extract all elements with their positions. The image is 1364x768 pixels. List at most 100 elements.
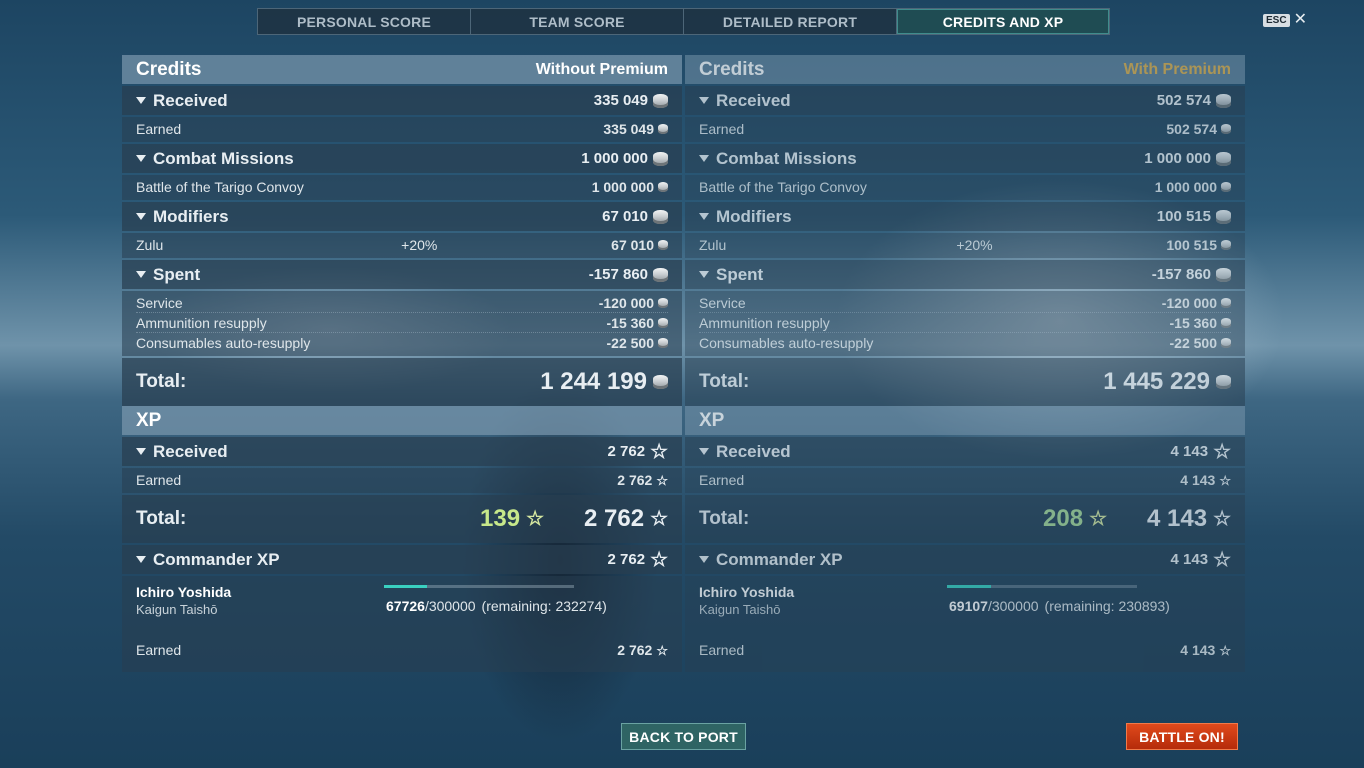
- modifiers-label: Modifiers: [716, 206, 792, 226]
- row-label: Zulu: [699, 237, 727, 253]
- list-item: Earned 2 762 ☆: [136, 640, 668, 660]
- xp-received-group-header[interactable]: Received 4 143 ☆: [685, 437, 1245, 466]
- total-label: Total:: [136, 371, 187, 392]
- premium-mode-label: With Premium: [1123, 60, 1231, 78]
- back-to-port-button[interactable]: BACK TO PORT: [621, 723, 746, 750]
- modifier-percent: +20%: [956, 237, 993, 253]
- row-label: Ammunition resupply: [136, 314, 267, 331]
- spent-rows: Service -120 000 Ammunition resupply -15…: [685, 291, 1245, 356]
- spent-group-header[interactable]: Spent -157 860: [122, 260, 682, 289]
- row-value: -22 500: [606, 335, 654, 351]
- tab-team-score[interactable]: TEAM SCORE: [471, 9, 684, 34]
- silver-coin-icon: [653, 151, 668, 166]
- xp-received-rows: Earned 2 762 ☆: [122, 468, 682, 493]
- combat-missions-group-header[interactable]: Combat Missions 1 000 000: [122, 144, 682, 173]
- row-label: Zulu: [136, 237, 164, 253]
- row-value: -22 500: [1169, 335, 1217, 351]
- battle-on-button[interactable]: BATTLE ON!: [1126, 723, 1238, 750]
- list-item: Consumables auto-resupply -22 500: [699, 333, 1231, 353]
- modifiers-value: 67 010: [602, 208, 648, 225]
- row-label: Consumables auto-resupply: [699, 335, 874, 351]
- progress-fill: [947, 585, 991, 588]
- list-item: Ammunition resupply -15 360: [699, 313, 1231, 333]
- row-label: Service: [699, 294, 746, 311]
- credits-total-value: 1 244 199: [540, 368, 647, 395]
- xp-received-value: 4 143: [1170, 443, 1209, 460]
- xp-title: XP: [136, 409, 162, 431]
- silver-coin-icon: [1221, 124, 1231, 134]
- star-icon: ☆: [650, 548, 668, 571]
- combat-missions-label: Combat Missions: [716, 148, 857, 168]
- combat-missions-value: 1 000 000: [581, 150, 648, 167]
- triangle-down-icon: [699, 213, 709, 220]
- star-icon: ☆: [656, 472, 668, 488]
- combat-missions-rows: Battle of the Tarigo Convoy 1 000 000: [122, 175, 682, 200]
- silver-coin-icon: [658, 297, 668, 308]
- modifiers-group-header[interactable]: Modifiers 100 515: [685, 202, 1245, 231]
- row-value: -120 000: [1161, 294, 1217, 311]
- star-icon: ☆: [650, 508, 668, 530]
- list-item: Service -120 000: [136, 293, 668, 313]
- combat-missions-rows: Battle of the Tarigo Convoy 1 000 000: [685, 175, 1245, 200]
- star-icon: ☆: [526, 508, 544, 530]
- close-control[interactable]: ESC ✕: [1263, 12, 1307, 28]
- row-value: 4 143: [1180, 472, 1216, 488]
- row-label: Earned: [699, 121, 745, 137]
- received-label: Received: [716, 90, 791, 110]
- list-item: Zulu +20% 100 515: [699, 235, 1231, 255]
- received-rows: Earned 502 574: [685, 117, 1245, 142]
- commander-xp-value: 2 762: [607, 551, 646, 568]
- received-group-header[interactable]: Received 502 574: [685, 86, 1245, 115]
- commander-xp-value: 4 143: [1170, 551, 1209, 568]
- credits-title: Credits: [699, 58, 765, 80]
- silver-coin-icon: [658, 338, 668, 348]
- close-icon[interactable]: ✕: [1294, 12, 1307, 28]
- xp-received-label: Received: [153, 441, 228, 461]
- triangle-down-icon: [699, 556, 709, 563]
- row-value: -120 000: [598, 294, 654, 311]
- xp-total-value: 4 143: [1147, 505, 1208, 532]
- list-item: Battle of the Tarigo Convoy 1 000 000: [136, 177, 668, 197]
- progress-fill: [384, 585, 427, 588]
- row-label: Consumables auto-resupply: [136, 335, 311, 351]
- silver-coin-icon: [1221, 338, 1231, 348]
- row-label: Battle of the Tarigo Convoy: [136, 179, 304, 195]
- list-item: Zulu +20% 67 010: [136, 235, 668, 255]
- triangle-down-icon: [699, 155, 709, 162]
- commander-card: Ichiro Yoshida Kaigun Taishō 67726/30000…: [122, 576, 682, 672]
- list-item: Consumables auto-resupply -22 500: [136, 333, 668, 353]
- triangle-down-icon: [136, 271, 146, 278]
- total-label: Total:: [699, 371, 750, 392]
- list-item: Ammunition resupply -15 360: [136, 313, 668, 333]
- row-label: Earned: [136, 472, 182, 488]
- commander-xp-group-header[interactable]: Commander XP 2 762 ☆: [122, 545, 682, 574]
- free-xp-value: 208: [1043, 505, 1084, 532]
- received-label: Received: [153, 90, 228, 110]
- commander-xp-group-header[interactable]: Commander XP 4 143 ☆: [685, 545, 1245, 574]
- xp-title: XP: [699, 409, 725, 431]
- credits-title: Credits: [136, 58, 202, 80]
- row-value: 4 143: [1180, 642, 1216, 658]
- commander-xp-progress-text: 69107/300000 (remaining: 230893): [949, 598, 1170, 614]
- tab-detailed-report[interactable]: DETAILED REPORT: [684, 9, 897, 34]
- commander-xp-progress-text: 67726/300000 (remaining: 232274): [386, 598, 607, 614]
- combat-missions-group-header[interactable]: Combat Missions 1 000 000: [685, 144, 1245, 173]
- commander-xp-remaining: (remaining: 230893): [1044, 598, 1170, 614]
- star-icon: ☆: [1213, 440, 1231, 463]
- spent-label: Spent: [153, 264, 201, 284]
- row-label: Earned: [136, 642, 182, 658]
- xp-header: XP: [685, 406, 1245, 435]
- silver-coin-icon: [1216, 375, 1231, 389]
- xp-header: XP: [122, 406, 682, 435]
- xp-received-group-header[interactable]: Received 2 762 ☆: [122, 437, 682, 466]
- row-label: Battle of the Tarigo Convoy: [699, 179, 867, 195]
- tab-credits-and-xp[interactable]: CREDITS AND XP: [897, 9, 1109, 34]
- received-group-header[interactable]: Received 335 049: [122, 86, 682, 115]
- commander-xp-label: Commander XP: [153, 549, 280, 569]
- modifiers-group-header[interactable]: Modifiers 67 010: [122, 202, 682, 231]
- spent-group-header[interactable]: Spent -157 860: [685, 260, 1245, 289]
- silver-coin-icon: [653, 267, 668, 282]
- xp-received-rows: Earned 4 143 ☆: [685, 468, 1245, 493]
- tab-personal-score[interactable]: PERSONAL SCORE: [258, 9, 471, 34]
- triangle-down-icon: [136, 448, 146, 455]
